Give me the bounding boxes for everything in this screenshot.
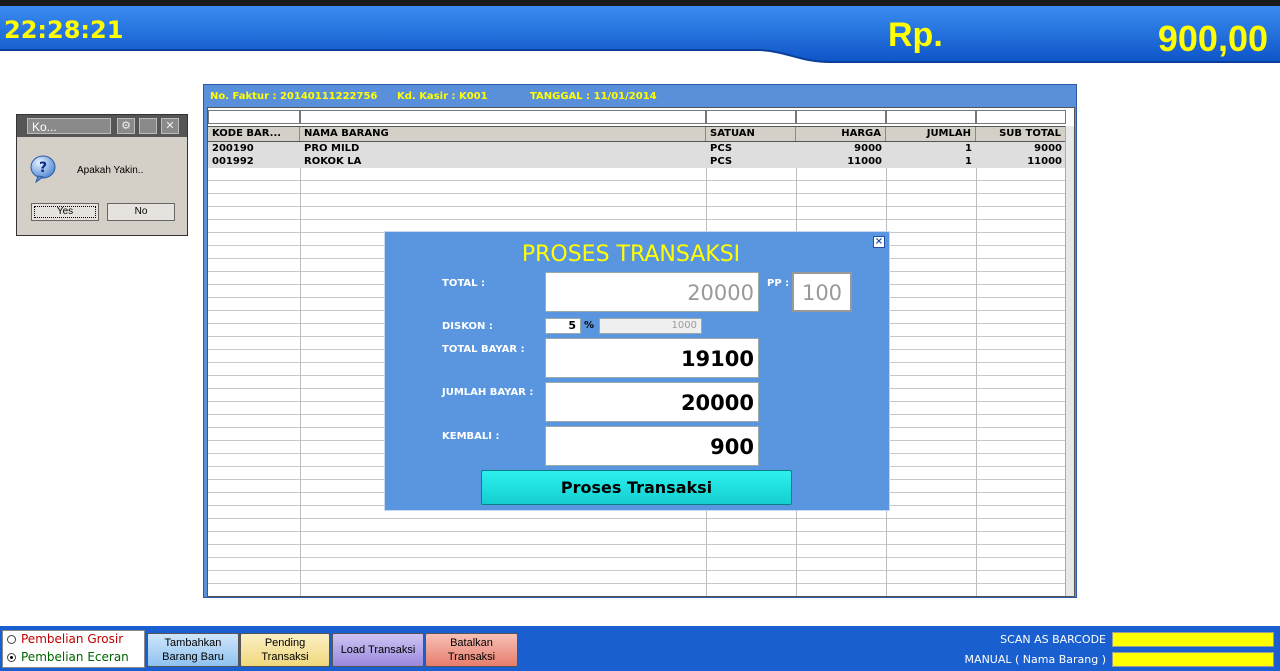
pp-label: PP : bbox=[767, 278, 790, 289]
filter-cell[interactable] bbox=[976, 110, 1066, 124]
kasir-code: Kd. Kasir : K001 bbox=[397, 91, 488, 102]
grid-divider bbox=[300, 142, 301, 596]
no-button[interactable]: No bbox=[107, 203, 175, 221]
cell-subtotal: 9000 bbox=[1034, 143, 1062, 154]
proses-transaksi-dialog: PROSES TRANSAKSI × TOTAL : 20000 PP : 10… bbox=[384, 231, 890, 511]
scan-barcode-input[interactable] bbox=[1112, 632, 1274, 647]
yes-button[interactable]: Yes bbox=[31, 203, 99, 221]
column-header[interactable]: SATUAN bbox=[706, 127, 796, 141]
column-header[interactable]: KODE BAR... bbox=[208, 127, 300, 141]
currency-label: Rp. bbox=[888, 16, 943, 54]
jumlah-bayar-label: JUMLAH BAYAR : bbox=[442, 387, 534, 398]
cell-kode: 001992 bbox=[212, 156, 254, 167]
proses-title: PROSES TRANSAKSI bbox=[521, 242, 741, 267]
pending-transaksi-button[interactable]: Pending Transaksi bbox=[240, 633, 330, 667]
confirm-dialog-title: Ko... bbox=[27, 118, 111, 134]
load-transaksi-button[interactable]: Load Transaksi bbox=[332, 633, 424, 667]
confirm-dialog-titlebar[interactable]: Ko... ⚙ ✕ bbox=[17, 115, 187, 137]
cell-jumlah: 1 bbox=[965, 156, 972, 167]
total-display: 900,00 bbox=[1157, 18, 1268, 59]
batal-line-1: Batalkan bbox=[450, 637, 493, 649]
pp-field[interactable]: 100 bbox=[792, 272, 852, 312]
cell-harga: 11000 bbox=[847, 156, 882, 167]
column-header[interactable]: SUB TOTAL bbox=[976, 127, 1066, 141]
table-header: KODE BAR... NAMA BARANG SATUAN HARGA JUM… bbox=[208, 126, 1074, 142]
close-icon[interactable]: × bbox=[873, 236, 885, 248]
total-bayar-label: TOTAL BAYAR : bbox=[442, 344, 525, 355]
svg-text:?: ? bbox=[39, 160, 47, 176]
filter-cell[interactable] bbox=[300, 110, 706, 124]
help-icon[interactable]: ⚙ bbox=[117, 118, 135, 134]
column-header[interactable]: HARGA bbox=[796, 127, 886, 141]
faktur-number: No. Faktur : 20140111222756 bbox=[210, 91, 378, 102]
cell-harga: 9000 bbox=[854, 143, 882, 154]
jumlah-bayar-field[interactable]: 20000 bbox=[545, 382, 759, 422]
filter-row bbox=[208, 108, 1074, 126]
radio-grosir[interactable]: Pembelian Grosir bbox=[7, 632, 147, 648]
confirm-dialog: Ko... ⚙ ✕ ? Apakah Yakin.. Yes No bbox=[16, 114, 188, 236]
tambah-line-1: Tambahkan bbox=[164, 637, 222, 649]
pending-line-1: Pending bbox=[264, 637, 306, 649]
purchase-type-group: Pembelian Grosir Pembelian Eceran bbox=[2, 630, 145, 668]
radio-dot[interactable] bbox=[7, 635, 16, 644]
confirm-message: Apakah Yakin.. bbox=[77, 165, 144, 176]
cell-subtotal: 11000 bbox=[1027, 156, 1062, 167]
table-row[interactable]: 001992 ROKOK LA PCS 11000 1 11000 bbox=[208, 155, 1066, 168]
radio-dot-selected[interactable] bbox=[7, 653, 16, 662]
pending-line-2: Transaksi bbox=[261, 651, 309, 663]
tambah-barang-button[interactable]: Tambahkan Barang Baru bbox=[147, 633, 239, 667]
cell-nama: ROKOK LA bbox=[304, 156, 362, 167]
percent-sign: % bbox=[584, 320, 595, 331]
diskon-label: DISKON : bbox=[442, 321, 493, 332]
cell-jumlah: 1 bbox=[965, 143, 972, 154]
tambah-line-2: Barang Baru bbox=[162, 651, 224, 663]
clock: 22:28:21 bbox=[4, 16, 124, 44]
diskon-amount-field[interactable]: 1000 bbox=[599, 318, 702, 334]
question-icon: ? bbox=[30, 155, 56, 183]
cell-satuan: PCS bbox=[710, 143, 733, 154]
minimize-icon[interactable] bbox=[139, 118, 157, 134]
close-icon[interactable]: ✕ bbox=[161, 118, 179, 134]
header-bar: 22:28:21 Rp. 900,00 bbox=[0, 6, 1280, 70]
filter-cell[interactable] bbox=[706, 110, 796, 124]
grid-divider bbox=[976, 142, 977, 596]
column-header[interactable]: JUMLAH bbox=[886, 127, 976, 141]
load-label: Load Transaksi bbox=[340, 644, 416, 656]
manual-label: MANUAL ( Nama Barang ) bbox=[964, 653, 1106, 666]
radio-eceran-label: Pembelian Eceran bbox=[21, 650, 129, 664]
total-label: TOTAL : bbox=[442, 278, 485, 289]
batal-line-2: Transaksi bbox=[447, 651, 496, 663]
kembali-label: KEMBALI : bbox=[442, 431, 500, 442]
proses-transaksi-button[interactable]: Proses Transaksi bbox=[481, 470, 792, 505]
cell-nama: PRO MILD bbox=[304, 143, 360, 154]
filter-cell[interactable] bbox=[886, 110, 976, 124]
scan-barcode-label: SCAN AS BARCODE bbox=[1000, 633, 1106, 646]
filter-cell[interactable] bbox=[208, 110, 300, 124]
header-background bbox=[0, 6, 1280, 63]
transaction-date: TANGGAL : 11/01/2014 bbox=[530, 91, 657, 102]
kembali-field[interactable]: 900 bbox=[545, 426, 759, 466]
manual-input[interactable] bbox=[1112, 652, 1274, 667]
filter-cell[interactable] bbox=[796, 110, 886, 124]
vertical-scrollbar[interactable] bbox=[1065, 126, 1074, 596]
cell-satuan: PCS bbox=[710, 156, 733, 167]
total-bayar-field[interactable]: 19100 bbox=[545, 338, 759, 378]
table-row[interactable]: 200190 PRO MILD PCS 9000 1 9000 bbox=[208, 142, 1066, 155]
cell-kode: 200190 bbox=[212, 143, 254, 154]
total-field[interactable]: 20000 bbox=[545, 272, 759, 312]
column-header[interactable]: NAMA BARANG bbox=[300, 127, 706, 141]
radio-grosir-label: Pembelian Grosir bbox=[21, 632, 124, 646]
batalkan-transaksi-button[interactable]: Batalkan Transaksi bbox=[425, 633, 518, 667]
diskon-percent-field[interactable]: 5 bbox=[545, 318, 581, 334]
radio-eceran[interactable]: Pembelian Eceran bbox=[7, 650, 147, 666]
